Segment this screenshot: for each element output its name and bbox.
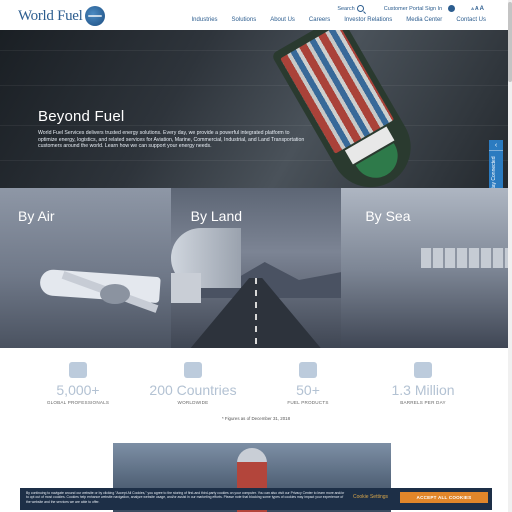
stat-fuel-products: 50+ FUEL PRODUCTS xyxy=(253,362,363,405)
transport-panels: By Air By Land By Sea xyxy=(0,188,512,348)
font-size-controls: A A A xyxy=(471,6,484,12)
nav-item-solutions[interactable]: Solutions xyxy=(232,17,257,23)
globe-icon xyxy=(84,6,105,26)
customer-portal-link[interactable]: Customer Portal Sign In xyxy=(384,6,442,12)
cookie-notice-text: By continuing to navigate around our web… xyxy=(26,491,345,504)
buildings-icon xyxy=(184,362,202,378)
font-size-small[interactable]: A xyxy=(471,6,474,12)
hero-banner: Beyond Fuel World Fuel Services delivers… xyxy=(0,30,512,188)
stat-value: 5,000+ xyxy=(56,382,100,398)
panel-by-sea[interactable]: By Sea xyxy=(341,188,512,348)
people-icon xyxy=(69,362,87,378)
hero-description: World Fuel Services delivers trusted ene… xyxy=(38,130,305,150)
barrels-icon xyxy=(414,362,432,378)
nav-item-investor-relations[interactable]: Investor Relations xyxy=(344,17,392,23)
stay-connected-label: Stay Connected xyxy=(491,156,497,192)
panel-by-air[interactable]: By Air xyxy=(0,188,171,348)
font-size-medium[interactable]: A xyxy=(475,6,479,12)
main-nav: Industries Solutions About Us Careers In… xyxy=(192,17,486,23)
nav-item-about-us[interactable]: About Us xyxy=(270,17,295,23)
panel-by-land[interactable]: By Land xyxy=(170,188,342,348)
scrollbar-thumb[interactable] xyxy=(508,2,512,82)
search-icon xyxy=(356,5,364,12)
stat-label: FUEL PRODUCTS xyxy=(287,400,329,405)
stat-professionals: 5,000+ GLOBAL PROFESSIONALS xyxy=(23,362,133,405)
stats-section: 5,000+ GLOBAL PROFESSIONALS 200 Countrie… xyxy=(0,348,512,438)
nav-item-media-center[interactable]: Media Center xyxy=(406,17,442,23)
utility-bar: Search Customer Portal Sign In A A A xyxy=(337,5,484,12)
site-header: World Fuel Search Customer Portal Sign I… xyxy=(0,0,512,30)
cookie-banner: By continuing to navigate around our web… xyxy=(20,488,492,510)
stat-barrels: 1.3 Million BARRELS PER DAY xyxy=(368,362,478,405)
accept-all-cookies-button[interactable]: ACCEPT ALL COOKIES xyxy=(400,492,488,503)
stat-value: 1.3 Million xyxy=(391,382,455,398)
user-icon[interactable] xyxy=(448,5,456,12)
font-size-large[interactable]: A xyxy=(480,6,484,12)
stat-label: GLOBAL PROFESSIONALS xyxy=(46,400,110,405)
search-label: Search xyxy=(337,5,355,12)
stat-countries: 200 Countries WORLDWIDE xyxy=(138,362,248,405)
cookie-settings-link[interactable]: Cookie Settings xyxy=(353,494,388,500)
panel-title-land: By Land xyxy=(190,208,243,224)
page-scrollbar[interactable] xyxy=(508,0,512,512)
nav-item-industries[interactable]: Industries xyxy=(192,17,218,23)
chevron-left-icon[interactable]: ‹ xyxy=(489,140,503,151)
panel-title-sea: By Sea xyxy=(365,208,411,224)
hero-title: Beyond Fuel xyxy=(38,108,125,125)
search-button[interactable]: Search xyxy=(337,5,364,12)
stat-label: BARRELS PER DAY xyxy=(400,400,446,405)
airplane-engine xyxy=(100,284,130,304)
fuel-terminal-image xyxy=(421,248,512,268)
stat-label: WORLDWIDE xyxy=(177,400,209,405)
logo-text: World Fuel xyxy=(18,7,83,24)
water-texture xyxy=(0,85,512,86)
stat-value: 200 Countries xyxy=(149,382,237,398)
figures-footnote: * Figures as of December 31, 2018 xyxy=(221,416,291,421)
panel-title-air: By Air xyxy=(18,208,55,224)
fuel-pump-icon xyxy=(299,362,317,378)
container-ship-image xyxy=(254,30,457,188)
nav-item-careers[interactable]: Careers xyxy=(309,17,330,23)
stat-value: 50+ xyxy=(296,382,320,398)
world-fuel-logo[interactable]: World Fuel xyxy=(18,5,105,27)
truck-cab xyxy=(170,273,201,303)
nav-item-contact-us[interactable]: Contact Us xyxy=(456,17,486,23)
road-line xyxy=(254,278,257,348)
water-texture xyxy=(0,50,512,51)
